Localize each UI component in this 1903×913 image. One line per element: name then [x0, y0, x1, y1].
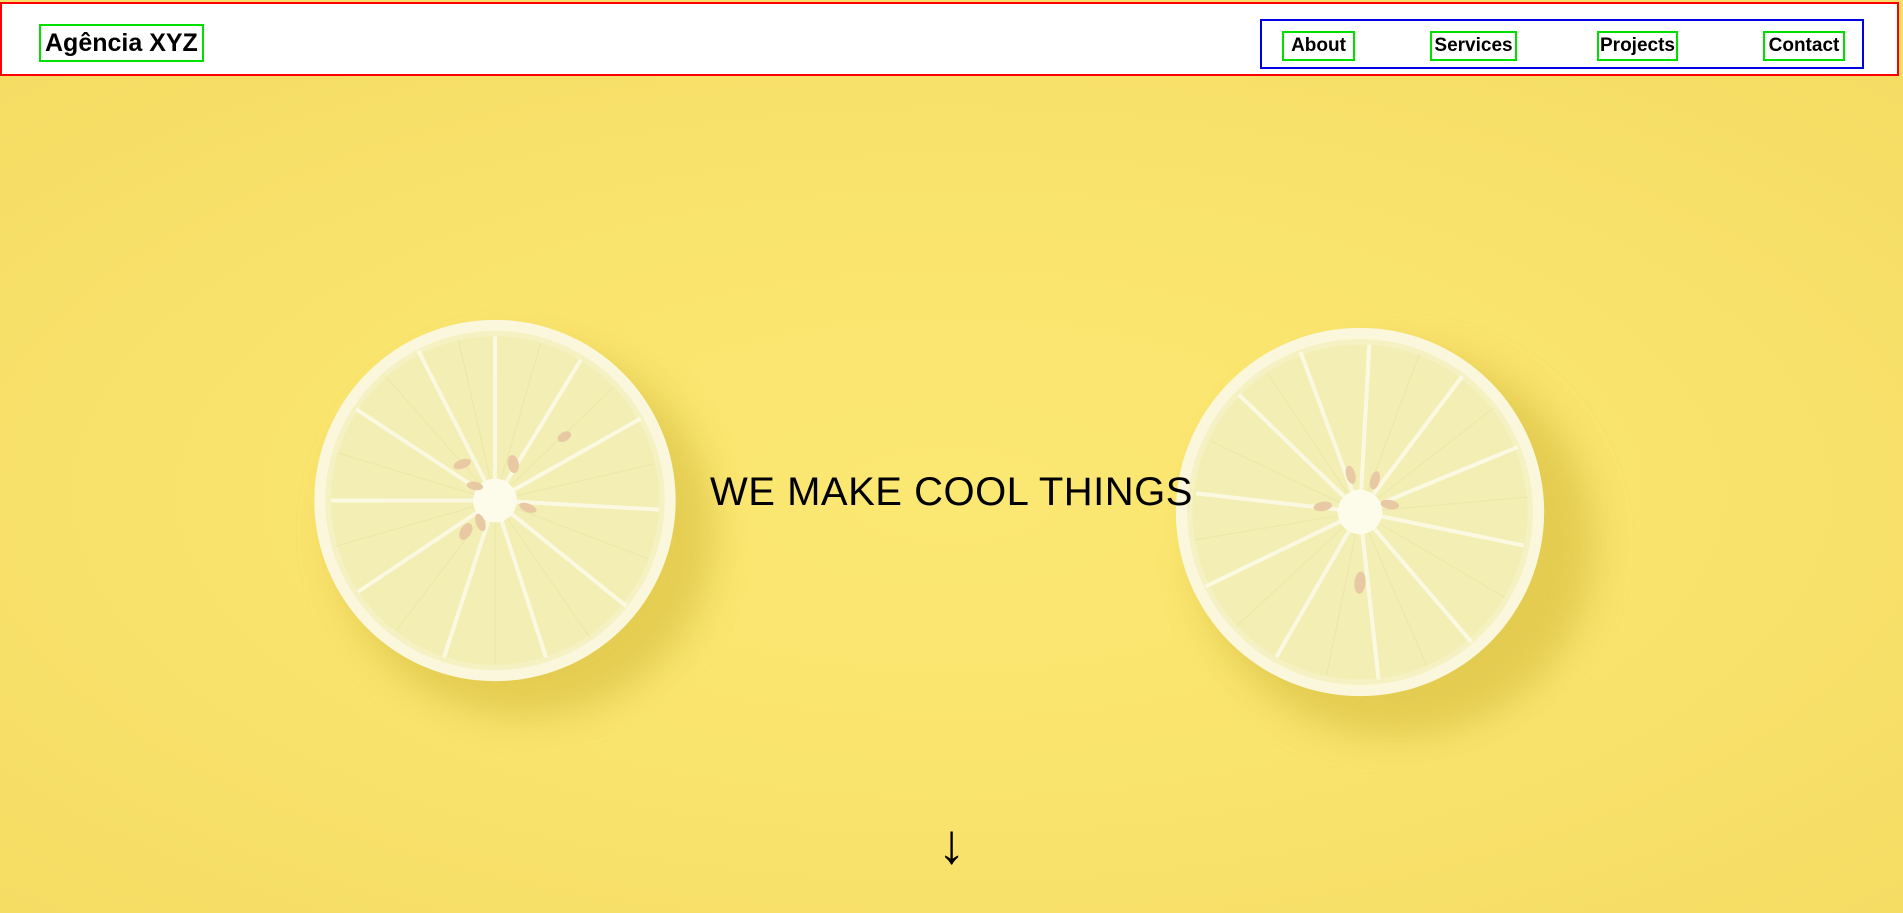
main-nav: About Services Projects Contact: [1260, 19, 1864, 69]
page: Agência XYZ About Services Projects Cont…: [0, 0, 1903, 913]
scroll-down-arrow-icon[interactable]: ↓: [0, 814, 1903, 874]
site-header: Agência XYZ About Services Projects Cont…: [0, 2, 1899, 76]
hero-title: WE MAKE COOL THINGS: [710, 470, 1193, 514]
brand-logo[interactable]: Agência XYZ: [39, 24, 204, 62]
hero-section: WE MAKE COOL THINGS ↓: [0, 76, 1903, 913]
nav-link-contact[interactable]: Contact: [1763, 31, 1845, 61]
nav-link-about[interactable]: About: [1282, 31, 1355, 61]
nav-link-services[interactable]: Services: [1430, 31, 1517, 61]
nav-link-projects[interactable]: Projects: [1597, 31, 1678, 61]
